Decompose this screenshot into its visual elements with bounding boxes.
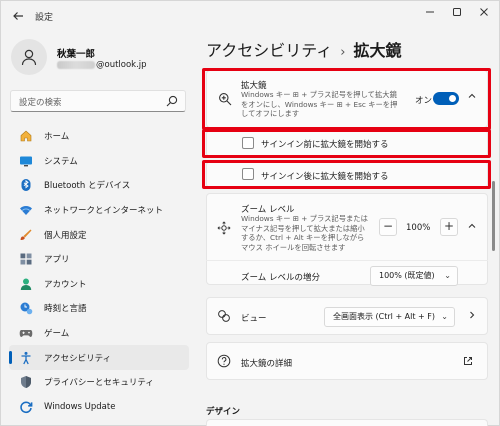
design-section-heading: デザイン: [206, 407, 241, 417]
zoom-in-button[interactable]: +: [440, 218, 458, 236]
sidebar-item-label: Bluetooth とデバイス: [44, 181, 131, 192]
sidebar-item-personalization[interactable]: 個人用設定: [9, 222, 189, 247]
zoom-level-value: 100%: [406, 223, 431, 233]
sidebar-item-label: アクセシビリティ: [44, 353, 112, 364]
windows-update-icon: [18, 399, 34, 415]
breadcrumb-parent[interactable]: アクセシビリティ: [206, 41, 332, 60]
sidebar-item-label: ホーム: [44, 132, 70, 143]
highlight-frame-magnifier: [202, 68, 491, 130]
sidebar-item-home[interactable]: ホーム: [9, 124, 189, 149]
sidebar-item-label: プライバシーとセキュリティ: [44, 378, 154, 389]
sidebar-item-bluetooth[interactable]: Bluetooth とデバイス: [9, 173, 189, 198]
magnifier-details-label: 拡大鏡の詳細: [241, 359, 293, 369]
scrollbar[interactable]: [492, 97, 495, 426]
sidebar-item-windows-update[interactable]: Windows Update: [9, 395, 189, 420]
minimize-icon: [426, 11, 434, 13]
sidebar-item-label: アカウント: [44, 279, 87, 290]
sidebar-item-label: 時刻と言語: [44, 304, 87, 315]
sidebar-item-label: ゲーム: [44, 329, 70, 340]
highlight-frame-after-signin: [202, 160, 491, 189]
zoom-level-icon: [217, 221, 231, 235]
search-icon: [166, 95, 178, 107]
breadcrumb-separator: ›: [340, 45, 346, 60]
sidebar-item-gaming[interactable]: ゲーム: [9, 321, 189, 346]
sidebar-item-privacy-security[interactable]: プライバシーとセキュリティ: [9, 370, 189, 395]
apps-icon: [18, 251, 34, 267]
page-title: 拡大鏡: [353, 41, 402, 60]
gaming-icon: [18, 325, 34, 341]
profile-email-domain: @outlook.jp: [96, 60, 147, 70]
close-icon: [480, 8, 488, 16]
home-icon: [18, 128, 34, 144]
chevron-down-icon: ⌄: [441, 312, 448, 321]
minimize-button[interactable]: [417, 5, 443, 23]
personalization-icon: [18, 227, 34, 243]
view-label: ビュー: [241, 314, 267, 324]
user-profile[interactable]: 秋葉一郎 @outlook.jp: [11, 39, 191, 79]
accessibility-icon: [18, 350, 34, 366]
scrollbar-thumb[interactable]: [492, 181, 495, 251]
zoom-out-button[interactable]: −: [379, 218, 397, 236]
divider: [206, 260, 488, 261]
sidebar-item-label: 個人用設定: [44, 230, 87, 241]
search-input[interactable]: 設定の検索: [10, 90, 186, 112]
back-button[interactable]: [7, 7, 29, 25]
sidebar-nav: ホーム システム Bluetooth とデバイス ネットワークとインターネット …: [9, 124, 189, 419]
chevron-down-icon: ⌄: [444, 271, 451, 280]
highlight-frame-before-signin: [202, 129, 491, 158]
sidebar-item-label: Windows Update: [44, 401, 116, 412]
settings-window: 設定 秋葉一郎 @outlook.jp 設定の検索 ホーム システム Bluet…: [0, 0, 500, 426]
avatar: [11, 39, 47, 75]
collapse-zoom-button[interactable]: [467, 221, 477, 234]
chevron-up-icon: [468, 223, 476, 228]
bluetooth-icon: [18, 177, 34, 193]
zoom-increment-value: 100% (既定値): [379, 271, 435, 280]
sidebar-item-time-language[interactable]: 時刻と言語: [9, 296, 189, 321]
profile-email: @outlook.jp: [57, 60, 147, 70]
system-icon: [18, 153, 34, 169]
view-value: 全画面表示 (Ctrl + Alt + F): [333, 312, 436, 321]
privacy-icon: [18, 374, 34, 390]
network-icon: [18, 202, 34, 218]
sidebar-item-accounts[interactable]: アカウント: [9, 272, 189, 297]
sidebar-item-network[interactable]: ネットワークとインターネット: [9, 198, 189, 223]
profile-name: 秋葉一郎: [57, 49, 96, 60]
close-button[interactable]: [471, 5, 497, 23]
view-dropdown[interactable]: 全画面表示 (Ctrl + Alt + F) ⌄: [324, 307, 455, 327]
sidebar-item-system[interactable]: システム: [9, 149, 189, 174]
sidebar-item-label: アプリ: [44, 255, 70, 266]
sidebar-item-label: システム: [44, 156, 78, 167]
time-language-icon: [18, 300, 34, 316]
sidebar-item-accessibility[interactable]: アクセシビリティ: [9, 345, 189, 370]
help-icon: [217, 354, 231, 368]
back-arrow-icon: [13, 12, 23, 20]
maximize-button[interactable]: [444, 5, 470, 23]
search-placeholder: 設定の検索: [19, 98, 62, 108]
zoom-level-description: Windows キー ⊞ + プラス記号またはマイナス記号を押して拡大または縮小…: [241, 214, 368, 252]
zoom-increment-label: ズーム レベルの増分: [241, 273, 320, 283]
window-title: 設定: [35, 13, 54, 23]
chevron-right-icon: [470, 311, 475, 319]
sidebar-item-label: ネットワークとインターネット: [44, 206, 164, 217]
zoom-increment-dropdown[interactable]: 100% (既定値) ⌄: [370, 266, 458, 286]
maximize-icon: [453, 8, 461, 16]
view-icon: [218, 310, 230, 322]
external-link-icon: [464, 357, 472, 365]
email-redaction: [57, 60, 95, 69]
account-icon: [18, 276, 34, 292]
design-card-partial: [206, 419, 488, 426]
view-expand-button[interactable]: [467, 310, 477, 323]
title-bar: 設定: [1, 1, 499, 31]
user-icon: [21, 49, 37, 66]
breadcrumb: アクセシビリティ › 拡大鏡: [206, 37, 401, 61]
active-indicator: [9, 351, 12, 365]
sidebar-item-apps[interactable]: アプリ: [9, 247, 189, 272]
